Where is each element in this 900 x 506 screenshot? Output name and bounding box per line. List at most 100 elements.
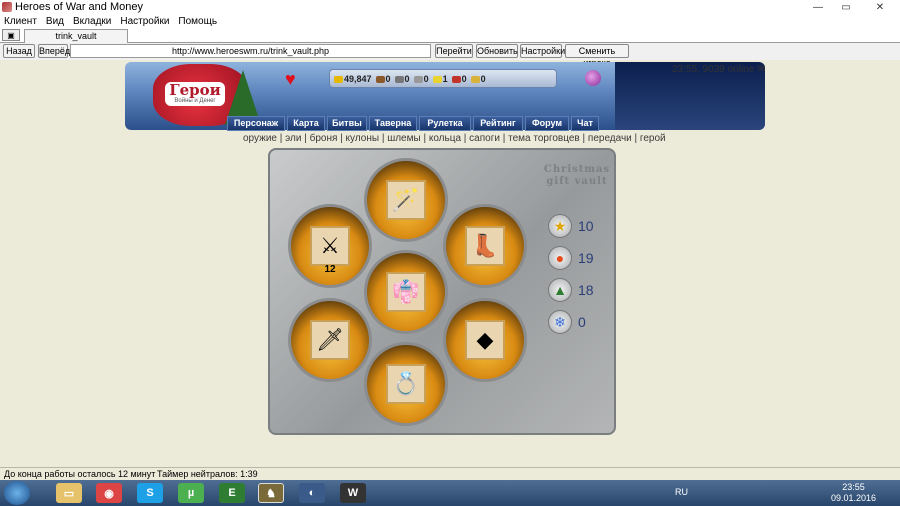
vault-title: Christmas gift vault	[543, 164, 611, 187]
menu-client[interactable]: Клиент	[4, 16, 37, 27]
go-button[interactable]: Перейти	[435, 44, 473, 58]
cat-hero[interactable]: герой	[640, 133, 666, 144]
chest-crossed-swords[interactable]: ⚔ 12	[288, 204, 372, 288]
counter-tree: ▲ 18	[548, 274, 604, 306]
new-tab-icon[interactable]: ▣	[2, 29, 20, 41]
heart-icon[interactable]: ♥	[285, 69, 296, 90]
app-icon-blue[interactable]: ◐	[299, 483, 325, 503]
counter-star: ★ 10	[548, 210, 604, 242]
close-button[interactable]: ✕	[860, 0, 900, 14]
forward-button[interactable]: Вперёд	[38, 44, 70, 58]
tree-icon: ▲	[548, 278, 572, 302]
sulfur-resource: 1	[432, 74, 448, 84]
lantern-icon: ●	[548, 246, 572, 270]
back-button[interactable]: Назад	[3, 44, 35, 58]
sulfur-icon	[432, 75, 442, 83]
token-counters: ★ 10 ● 19 ▲ 18 ❄ 0	[548, 210, 604, 340]
counter-lantern: ● 19	[548, 242, 604, 274]
evernote-icon[interactable]: E	[219, 483, 245, 503]
window-title: Heroes of War and Money	[15, 1, 143, 13]
counter-snowflake: ❄ 0	[548, 306, 604, 338]
tab-trink-vault[interactable]: trink_vault	[24, 29, 128, 43]
cape-icon: ◆	[465, 320, 505, 360]
skype-icon[interactable]: S	[137, 483, 163, 503]
boots-icon: 👢	[465, 226, 505, 266]
mail-icon[interactable]: ✉	[757, 64, 765, 75]
menu-view[interactable]: Вид	[46, 16, 64, 27]
menu-bar: Клиент Вид Вкладки Настройки Помощь	[0, 14, 900, 28]
nav-forum[interactable]: Форум	[525, 116, 569, 131]
sword-icon: 🗡	[310, 320, 350, 360]
nav-character[interactable]: Персонаж	[227, 116, 285, 131]
gift-vault-panel: Christmas gift vault 🪄 ⚔ 12 👢 👘 🗡 ◆ 💍 ★ …	[268, 148, 616, 435]
chest-armor[interactable]: 👘	[364, 250, 448, 334]
potion-icon[interactable]	[585, 70, 601, 86]
nav-rating[interactable]: Рейтинг	[473, 116, 523, 131]
crystal-icon	[451, 75, 461, 83]
nav-roulette[interactable]: Рулетка	[419, 116, 471, 131]
cat-armor[interactable]: броня	[310, 133, 338, 144]
tray-clock[interactable]: 23:55 09.01.2016	[831, 482, 876, 504]
url-field[interactable]: http://www.heroeswm.ru/trink_vault.php	[70, 44, 431, 58]
ring-icon: 💍	[386, 364, 426, 404]
cat-traders-topic[interactable]: тема торговцев	[508, 133, 580, 144]
nav-chat[interactable]: Чат	[571, 116, 599, 131]
app-icon	[2, 2, 12, 12]
cat-transfers[interactable]: передачи	[588, 133, 632, 144]
gem-resource: 0	[470, 74, 486, 84]
world-of-tanks-icon[interactable]: W	[340, 483, 366, 503]
chest-cape[interactable]: ◆	[443, 298, 527, 382]
crossed-swords-icon: ⚔	[310, 226, 350, 266]
chest-count: 12	[324, 264, 336, 275]
settings-button[interactable]: Настройки	[520, 44, 565, 58]
cat-pendants[interactable]: кулоны	[346, 133, 380, 144]
cat-boots[interactable]: сапоги	[469, 133, 500, 144]
game-logo[interactable]: Герои Войны и Денег	[165, 82, 225, 106]
gold-resource: 49,847	[334, 74, 372, 84]
nav-battles[interactable]: Битвы	[327, 116, 367, 131]
refresh-button[interactable]: Обновить	[476, 44, 518, 58]
language-indicator[interactable]: RU	[675, 487, 688, 497]
ore-icon	[394, 75, 404, 83]
heroes-client-icon[interactable]: ♞	[258, 483, 284, 503]
chest-ring[interactable]: 💍	[364, 342, 448, 426]
window-titlebar: Heroes of War and Money — ▭ ✕	[0, 0, 900, 14]
windows-taskbar: ▭ ◉ S µ E ♞ ◐ W RU 23:55 09.01.2016	[0, 480, 900, 506]
address-toolbar: Назад Вперёд http://www.heroeswm.ru/trin…	[0, 43, 900, 68]
maximize-button[interactable]: ▭	[832, 0, 860, 14]
utorrent-icon[interactable]: µ	[178, 483, 204, 503]
wood-icon	[375, 75, 385, 83]
nav-map[interactable]: Карта	[287, 116, 325, 131]
wood-resource: 0	[375, 74, 391, 84]
cat-eli[interactable]: эли	[285, 133, 301, 144]
chest-sword[interactable]: 🗡	[288, 298, 372, 382]
staff-icon: 🪄	[386, 180, 426, 220]
resources-bar: 49,847 0 0 0 1 0 0	[329, 69, 557, 88]
chest-boots[interactable]: 👢	[443, 204, 527, 288]
start-button[interactable]	[4, 481, 30, 505]
tab-strip: ▣ trink_vault	[0, 28, 900, 43]
menu-help[interactable]: Помощь	[178, 16, 217, 27]
mercury-resource: 0	[413, 74, 429, 84]
menu-settings[interactable]: Настройки	[120, 16, 169, 27]
mercury-icon	[413, 75, 423, 83]
gem-icon	[470, 75, 480, 83]
cat-helmets[interactable]: шлемы	[387, 133, 420, 144]
star-icon: ★	[548, 214, 572, 238]
ore-resource: 0	[394, 74, 410, 84]
nav-tavern[interactable]: Таверна	[369, 116, 417, 131]
switch-player-button[interactable]: Сменить игрока	[565, 44, 629, 68]
snowflake-icon: ❄	[548, 310, 572, 334]
minimize-button[interactable]: —	[804, 0, 832, 14]
chrome-icon[interactable]: ◉	[96, 483, 122, 503]
main-nav: Персонаж Карта Битвы Таверна Рулетка Рей…	[227, 116, 640, 131]
cat-weapons[interactable]: оружие	[243, 133, 277, 144]
explorer-icon[interactable]: ▭	[56, 483, 82, 503]
category-links: оружие | эли | броня | кулоны | шлемы | …	[243, 133, 666, 144]
menu-tabs[interactable]: Вкладки	[73, 16, 111, 27]
work-timer-text: До конца работы осталось 12 минут	[4, 469, 156, 479]
status-bar: До конца работы осталось 12 минут Таймер…	[0, 467, 900, 480]
chest-staff[interactable]: 🪄	[364, 158, 448, 242]
armor-icon: 👘	[386, 272, 426, 312]
cat-rings[interactable]: кольца	[429, 133, 461, 144]
